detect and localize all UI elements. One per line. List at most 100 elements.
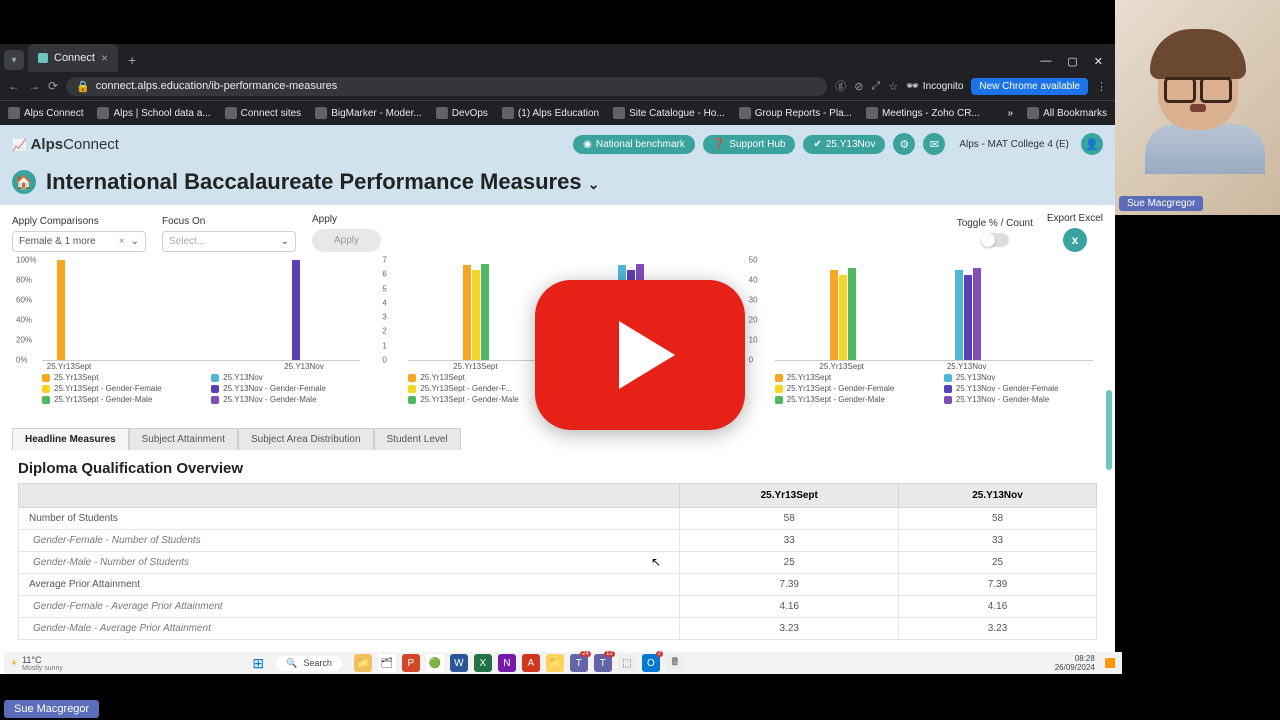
national-benchmark-pill[interactable]: ◉National benchmark	[573, 135, 695, 154]
taskbar-onenote[interactable]: N	[498, 654, 516, 672]
menu-icon[interactable]: ⋮	[1096, 80, 1107, 93]
bookmarks-overflow[interactable]: »	[1008, 108, 1014, 119]
taskbar-app[interactable]: ⬚	[618, 654, 636, 672]
play-button[interactable]	[535, 280, 745, 430]
toggle-percent-count[interactable]	[981, 233, 1009, 247]
apply-comparisons-label: Apply Comparisons	[12, 216, 146, 227]
tab-headline-measures[interactable]: Headline Measures	[12, 428, 129, 450]
table-row: Gender-Male - Average Prior Attainment3.…	[19, 618, 1097, 640]
bookmark-item[interactable]: BigMarker - Moder...	[315, 107, 422, 119]
focus-on-select[interactable]: Select... ⌄	[162, 231, 296, 252]
reload-button[interactable]: ⟳	[48, 79, 58, 93]
globe-icon: ◉	[583, 139, 592, 150]
clear-icon[interactable]: ×	[119, 236, 125, 247]
taskbar-app[interactable]: 📁	[354, 654, 372, 672]
legend-item: 25.Yr13Sept - Gender-Male	[775, 395, 934, 404]
home-icon: 🏠	[15, 174, 32, 191]
tab-subject-attainment[interactable]: Subject Attainment	[129, 428, 238, 450]
zoom-icon[interactable]: ⤢	[871, 80, 880, 93]
bookmark-item[interactable]: Alps Connect	[8, 107, 83, 119]
taskbar-acrobat[interactable]: A	[522, 654, 540, 672]
taskbar-excel[interactable]: X	[474, 654, 492, 672]
chevron-down-icon: ⌄	[281, 236, 289, 247]
tab-list-button[interactable]: ▾	[4, 50, 24, 70]
taskbar-explorer[interactable]: 📁	[546, 654, 564, 672]
blocked-icon[interactable]: ⊘	[854, 80, 863, 93]
user-avatar[interactable]: 👤	[1081, 133, 1103, 155]
taskbar-teams[interactable]: T24	[570, 654, 588, 672]
presenter-figure	[1145, 35, 1250, 195]
tab-subject-area-distribution[interactable]: Subject Area Distribution	[238, 428, 374, 450]
presenter-name-tag: Sue Macgregor	[1119, 196, 1203, 211]
close-icon[interactable]: ×	[101, 51, 108, 65]
home-button[interactable]: 🏠	[12, 170, 36, 194]
legend-item: 25.Yr13Sept - Gender-Female	[42, 384, 201, 393]
tab-student-level[interactable]: Student Level	[374, 428, 461, 450]
taskbar-chrome[interactable]: 🟢	[426, 654, 444, 672]
bookmark-icon	[97, 107, 109, 119]
mail-button[interactable]: ✉	[923, 133, 945, 155]
title-row: 🏠 International Baccalaureate Performanc…	[0, 163, 1115, 205]
chrome-update-button[interactable]: New Chrome available	[971, 78, 1088, 95]
apply-button[interactable]: Apply	[312, 229, 381, 252]
close-button[interactable]: ✕	[1094, 55, 1103, 68]
taskbar-powerpoint[interactable]: P	[402, 654, 420, 672]
legend-item: 25.Yr13Sept	[775, 373, 934, 382]
diploma-table: 25.Yr13Sept 25.Y13Nov Number of Students…	[18, 483, 1097, 640]
table-header-col1: 25.Yr13Sept	[680, 484, 899, 508]
tabs-bar: ▾ Connect × + — ▢ ✕	[0, 44, 1115, 72]
url-text: connect.alps.education/ib-performance-me…	[96, 80, 338, 92]
presenter-name-tag-lower: Sue Macgregor	[4, 700, 99, 718]
app-logo[interactable]: 📈 AlpsConnect	[12, 136, 119, 153]
start-button[interactable]: ⊞	[252, 655, 264, 672]
star-icon[interactable]: ☆	[888, 80, 898, 93]
filters-row: Apply Comparisons Female & 1 more ×⌄ Foc…	[0, 205, 1115, 260]
bookmark-item[interactable]: Meetings - Zoho CR...	[866, 107, 980, 119]
bookmark-icon	[502, 107, 514, 119]
export-excel-button[interactable]: x	[1063, 228, 1087, 252]
weather-widget[interactable]: ☀ 11°C Mostly sunny	[10, 655, 63, 672]
period-select-pill[interactable]: ✔25.Y13Nov	[803, 135, 885, 154]
taskbar-search[interactable]: 🔍 Search	[276, 656, 342, 671]
bookmark-item[interactable]: Site Catalogue - Ho...	[613, 107, 725, 119]
help-icon: ❓	[713, 139, 725, 150]
apply-comparisons-select[interactable]: Female & 1 more ×⌄	[12, 231, 146, 252]
section-title: Diploma Qualification Overview	[0, 450, 1115, 483]
forward-button[interactable]: →	[28, 79, 40, 93]
taskbar-teams2[interactable]: T12	[594, 654, 612, 672]
lock-icon: 🔒	[76, 80, 90, 93]
url-field[interactable]: 🔒 connect.alps.education/ib-performance-…	[66, 77, 827, 96]
taskbar-outlook[interactable]: O2	[642, 654, 660, 672]
taskbar-clock[interactable]: 08:28 26/09/2024	[1055, 654, 1095, 672]
bookmark-icon	[436, 107, 448, 119]
tray-icon[interactable]: 🟧	[1105, 658, 1116, 669]
bookmark-item[interactable]: Alps | School data a...	[97, 107, 210, 119]
tab-connect[interactable]: Connect ×	[28, 44, 118, 72]
page-title[interactable]: International Baccalaureate Performance …	[46, 169, 599, 195]
translate-icon[interactable]: ⓖ	[835, 78, 846, 94]
taskbar-app[interactable]: 🗂	[378, 654, 396, 672]
legend-item: 25.Y13Nov - Gender-Female	[944, 384, 1103, 393]
taskbar-calc[interactable]: 🖩	[666, 654, 684, 672]
legend-item: 25.Yr13Sept - Gender-Female	[775, 384, 934, 393]
back-button[interactable]: ←	[8, 79, 20, 93]
new-tab-button[interactable]: +	[120, 48, 144, 72]
scrollbar-thumb[interactable]	[1106, 390, 1112, 470]
chevron-down-icon: ⌄	[131, 236, 139, 247]
bookmark-item[interactable]: Connect sites	[225, 107, 302, 119]
bookmark-item[interactable]: DevOps	[436, 107, 488, 119]
legend-item: 25.Y13Nov	[211, 373, 370, 382]
support-hub-pill[interactable]: ❓Support Hub	[703, 135, 796, 154]
legend-item: 25.Yr13Sept - Gender-Male	[42, 395, 201, 404]
org-name: Alps - MAT College 4 (E)	[959, 139, 1069, 150]
folder-icon	[1027, 107, 1039, 119]
settings-button[interactable]: ⚙	[893, 133, 915, 155]
minimize-button[interactable]: —	[1040, 55, 1051, 68]
legend-item: 25.Y13Nov - Gender-Male	[211, 395, 370, 404]
bookmark-icon	[866, 107, 878, 119]
maximize-button[interactable]: ▢	[1067, 55, 1077, 68]
bookmark-item[interactable]: Group Reports - Pla...	[739, 107, 852, 119]
all-bookmarks-button[interactable]: All Bookmarks	[1027, 107, 1107, 119]
bookmark-item[interactable]: (1) Alps Education	[502, 107, 599, 119]
taskbar-word[interactable]: W	[450, 654, 468, 672]
